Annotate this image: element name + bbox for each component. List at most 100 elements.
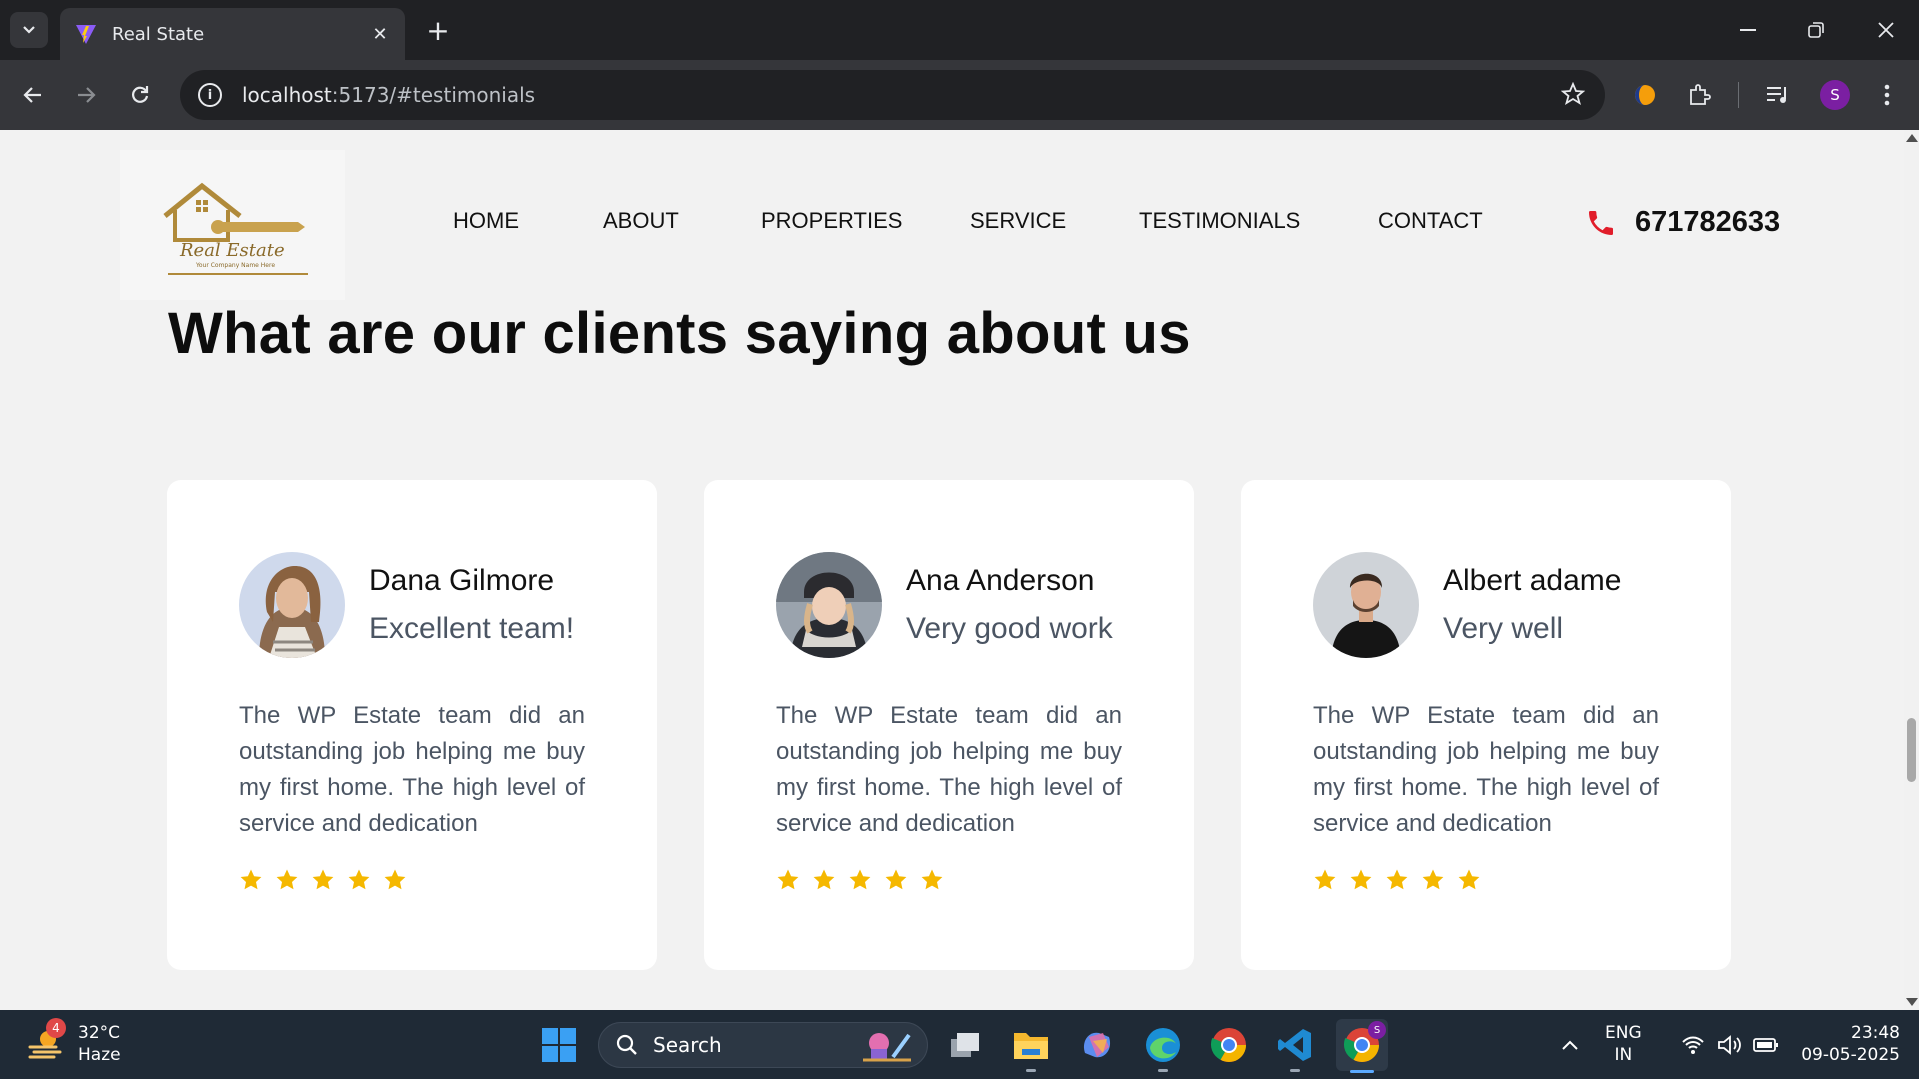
nav-contact[interactable]: CONTACT (1378, 208, 1483, 234)
forward-button[interactable] (68, 77, 104, 113)
show-hidden-icons-button[interactable] (1555, 1024, 1585, 1066)
windows-logo-icon (542, 1028, 576, 1062)
client-name: Ana Anderson (906, 564, 1095, 597)
date: 09-05-2025 (1801, 1045, 1900, 1065)
task-view-button[interactable] (944, 1024, 986, 1066)
phone-icon (1589, 210, 1613, 235)
star-rating (239, 868, 407, 892)
nav-testimonials[interactable]: TESTIMONIALS (1139, 208, 1300, 234)
testimonial-text: The WP Estate team did an outstanding jo… (239, 702, 585, 837)
restore-button[interactable] (1786, 8, 1846, 52)
logo-subtext: Your Company Name Here (196, 262, 276, 269)
extensions-puzzle-icon[interactable] (1684, 80, 1714, 110)
browser-tab[interactable]: Real State ✕ (60, 8, 405, 60)
minimize-icon (1740, 29, 1756, 31)
site-logo[interactable]: Real Estate Your Company Name Here (120, 150, 345, 300)
star-rating (776, 868, 944, 892)
reload-button[interactable] (122, 77, 158, 113)
page-scrollbar[interactable] (1904, 130, 1919, 1010)
start-button[interactable] (538, 1024, 580, 1066)
url-host: localhost (242, 83, 332, 107)
star-icon (813, 869, 835, 890)
tab-title: Real State (112, 23, 205, 45)
page-viewport: Real Estate Your Company Name Here HOME … (0, 130, 1904, 1010)
client-tagline: Very good work (906, 612, 1113, 645)
testimonial-card: Albert adame Very well The WP Estate tea… (1241, 480, 1731, 970)
extension-theme-icon[interactable] (1630, 80, 1660, 110)
star-icon (1422, 869, 1444, 890)
taskbar-search[interactable]: Search (598, 1022, 928, 1068)
time: 23:48 (1851, 1023, 1900, 1043)
chrome-button[interactable] (1208, 1024, 1250, 1066)
close-icon (1878, 22, 1894, 38)
avatar (1313, 552, 1419, 658)
new-tab-button[interactable]: + (420, 12, 456, 48)
weather-badge: 4 (46, 1018, 66, 1038)
more-menu-icon[interactable] (1872, 80, 1902, 110)
site-info-icon[interactable]: i (198, 83, 222, 107)
vscode-button[interactable] (1274, 1024, 1316, 1072)
avatar (239, 552, 345, 658)
avatar (776, 552, 882, 658)
clock[interactable]: 23:48 09-05-2025 (1790, 1022, 1900, 1066)
search-highlight-icon (863, 1033, 911, 1062)
edge-button[interactable] (1142, 1024, 1184, 1072)
file-explorer-button[interactable] (1010, 1024, 1052, 1072)
house-key-logo-icon (163, 182, 305, 242)
temperature: 32°C (78, 1023, 121, 1043)
vite-favicon-icon (76, 25, 96, 44)
tab-close-icon[interactable]: ✕ (369, 23, 391, 45)
chevron-down-icon (23, 26, 35, 34)
profile-badge: S (1368, 1021, 1386, 1039)
folder-icon (1014, 1033, 1048, 1059)
scroll-down-arrow-icon[interactable] (1906, 998, 1918, 1006)
nav-home[interactable]: HOME (453, 208, 519, 234)
star-icon (276, 869, 298, 890)
language-indicator[interactable]: ENG IN (1605, 1022, 1642, 1066)
region-code: IN (1614, 1045, 1633, 1065)
task-view-icon (951, 1033, 979, 1057)
running-indicator (1158, 1069, 1168, 1072)
nav-about[interactable]: ABOUT (603, 208, 679, 234)
running-indicator (1026, 1069, 1036, 1072)
nav-service[interactable]: SERVICE (970, 208, 1066, 234)
client-name: Dana Gilmore (369, 564, 555, 597)
bookmark-star-icon[interactable] (1560, 81, 1586, 110)
profile-avatar[interactable]: S (1820, 80, 1850, 110)
system-tray-quick-settings[interactable] (1670, 1024, 1790, 1066)
client-tagline: Very well (1443, 612, 1564, 645)
chrome-profile-button[interactable]: S (1336, 1019, 1388, 1073)
arrow-left-icon (23, 87, 41, 103)
tab-search-button[interactable] (10, 12, 48, 48)
scrollbar-thumb[interactable] (1907, 718, 1916, 782)
star-icon (1386, 869, 1408, 890)
volume-icon (1718, 1035, 1741, 1055)
logo-underline (168, 273, 308, 275)
star-icon (777, 869, 799, 890)
close-window-button[interactable] (1856, 8, 1916, 52)
copilot-icon (1083, 1032, 1111, 1058)
testimonial-card: Dana Gilmore Excellent team! The WP Esta… (167, 480, 657, 970)
client-photo (1313, 552, 1419, 658)
weather-widget[interactable]: 4 32°C Haze (26, 1018, 121, 1066)
address-bar[interactable]: i localhost:5173/#testimonials (180, 70, 1605, 120)
windows-taskbar: 4 32°C Haze Search S ENG IN 23:48 09-05-… (0, 1010, 1919, 1079)
client-photo (776, 552, 882, 658)
minimize-button[interactable] (1718, 8, 1778, 52)
language-code: ENG (1605, 1023, 1642, 1043)
scroll-up-arrow-icon[interactable] (1906, 134, 1918, 142)
copilot-button[interactable] (1076, 1024, 1118, 1066)
media-controls-icon[interactable] (1763, 80, 1793, 110)
back-button[interactable] (15, 77, 51, 113)
wifi-icon (1682, 1036, 1704, 1054)
phone-contact[interactable]: 671782633 (1585, 206, 1780, 239)
running-indicator (1290, 1069, 1300, 1072)
toolbar-divider (1738, 82, 1739, 108)
nav-properties[interactable]: PROPERTIES (761, 208, 902, 234)
client-tagline: Excellent team! (369, 612, 575, 645)
browser-toolbar: i localhost:5173/#testimonials S (0, 60, 1919, 130)
browser-tab-bar: Real State ✕ + (0, 0, 1919, 60)
star-icon (1458, 869, 1480, 890)
star-icon (384, 869, 406, 890)
arrow-right-icon (78, 87, 96, 103)
